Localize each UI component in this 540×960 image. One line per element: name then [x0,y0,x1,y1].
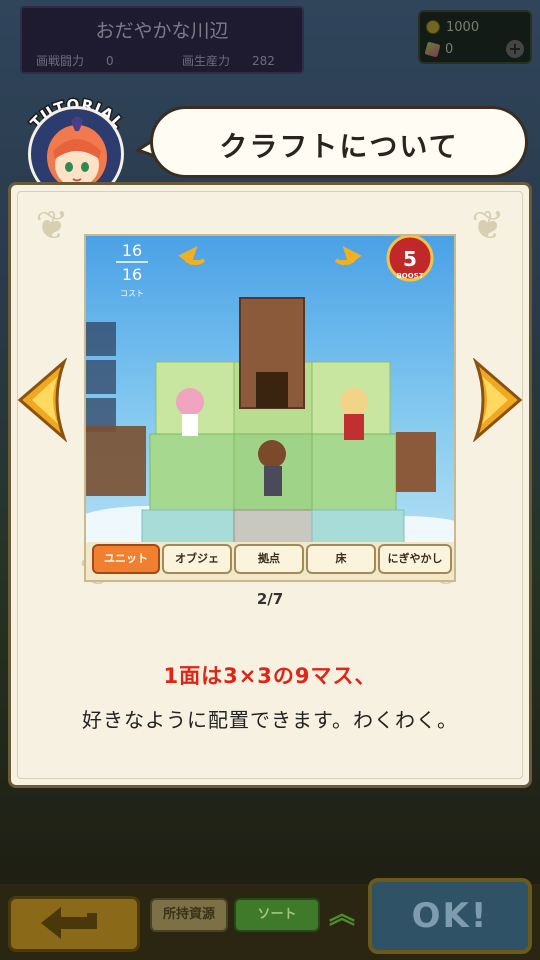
tab-object: オブジェ [162,544,232,574]
tutorial-title: クラフトについて [219,130,459,163]
cost-max: 16 [122,265,142,284]
prev-page-arrow-icon[interactable] [14,358,68,442]
boost-label: BOOST [396,272,423,280]
description-text: 好きなように配置できます。わくわく。 [82,708,458,732]
next-page-arrow-icon[interactable] [472,358,526,442]
corner-ornament-icon: ❦ [35,203,69,249]
tab-unit: ユニット [92,544,160,574]
cost-label: コスト [120,289,144,298]
hero-unit-icon [258,440,286,468]
owned-resources-button[interactable]: 所持資源 [150,898,228,932]
craft-board-illustration: 16 16 コスト 5 BOOST [86,236,454,580]
blonde-unit-icon [340,388,368,416]
tutorial-preview-image: 16 16 コスト 5 BOOST ユニット オブジェ 拠点 床 にぎやかし [84,234,456,582]
pink-unit-icon [176,388,204,416]
tutorial-title-bubble: クラフトについて [150,106,528,178]
boost-number: 5 [403,247,417,271]
tab-decoration: にぎやかし [378,544,452,574]
sort-button[interactable]: ソート [234,898,320,932]
ok-button[interactable]: OK! [368,878,532,954]
rotate-right-icon [334,246,362,266]
back-arrow-icon [41,907,97,939]
rotate-left-icon [178,246,206,266]
back-button[interactable] [8,896,140,952]
scroll-up-chevron-icon[interactable]: ︽ [324,898,360,932]
cost-current: 16 [122,241,142,260]
corner-ornament-icon: ❦ [471,203,505,249]
page-indicator: 2/7 [256,590,284,608]
category-tabs: ユニット オブジェ 拠点 床 にぎやかし [92,544,452,574]
tab-floor: 床 [306,544,376,574]
tab-base: 拠点 [234,544,304,574]
description-highlight: 1面は3×3の9マス、 [163,664,377,688]
